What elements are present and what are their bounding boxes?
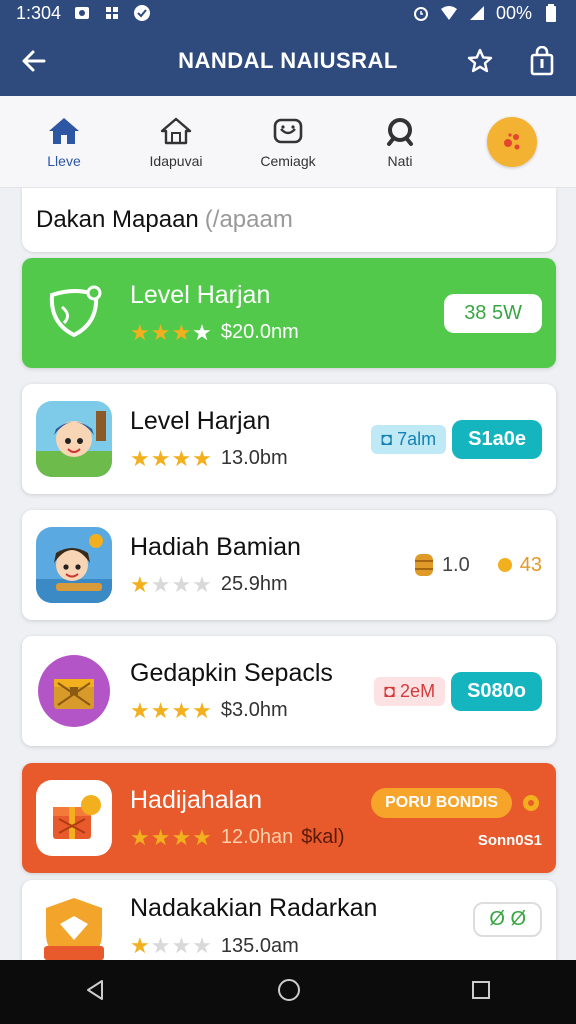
item-price: 135.0am [220, 934, 299, 957]
nav-recents-button[interactable] [470, 979, 492, 1006]
tab-idapuvai[interactable]: Idapuvai [126, 115, 226, 169]
tab-label: Idapuvai [149, 152, 203, 169]
item-action-button[interactable]: S080o [451, 671, 542, 711]
coin-icon [523, 794, 539, 811]
square-recents-icon [472, 980, 490, 999]
category-tabs: Lleve Idapuvai Cemiagk Nati [0, 96, 576, 188]
rating-stars: ★★★★ [130, 571, 213, 597]
list-item-featured[interactable]: Level Harjan ★★★★ $20.0nm 38 5W [22, 258, 556, 368]
search-value: Dakan Mapaan [36, 206, 199, 233]
triangle-back-icon [87, 979, 103, 1000]
tab-label: Nati [387, 152, 413, 169]
star-outline-icon [467, 48, 493, 73]
house-outline-icon [160, 117, 192, 144]
nav-home-button[interactable] [276, 977, 302, 1008]
gift-box-icon [36, 780, 112, 856]
battery-percent: 00% [495, 2, 532, 23]
item-title: Level Harjan [130, 280, 271, 309]
bonus-pill[interactable]: PORU BONDIS [371, 787, 512, 818]
camera-icon [273, 118, 303, 143]
alarm-icon [412, 4, 430, 22]
item-price: $3.0hm [220, 699, 288, 721]
battery-icon [542, 4, 560, 22]
item-title: Nadakakian Radarkan [130, 894, 378, 922]
tab-label: Cemiagk [260, 152, 316, 169]
profile-badge-icon [487, 116, 537, 167]
search-icon [387, 117, 413, 146]
system-nav-bar [0, 960, 576, 1024]
coin-icon [497, 558, 512, 572]
badge-shield-icon [36, 894, 112, 960]
list-item-promo[interactable]: Hadijahalan ★★★★ 12.0han $kal) PORU BOND… [22, 763, 556, 873]
signal-icon [468, 4, 486, 22]
item-price: 25.9hm [220, 573, 288, 595]
tab-cemiagk[interactable]: Cemiagk [238, 115, 338, 169]
search-field[interactable]: Dakan Mapaan (/apaam [22, 188, 556, 252]
item-action-button[interactable]: 38 5W [444, 293, 542, 333]
item-price: $20.0nm [220, 321, 299, 343]
item-title: Level Harjan [130, 406, 271, 435]
shopping-bag-button[interactable] [524, 43, 560, 79]
rating-stars: ★★★★ [130, 319, 213, 345]
item-action-button[interactable]: Ø Ø [473, 902, 542, 937]
item-title: Hadijahalan [130, 785, 263, 814]
tab-label: Lleve [47, 152, 81, 169]
rating-stars: ★★★★ [130, 697, 213, 723]
treasure-chest-icon [36, 653, 112, 729]
app-bar: NANDAL NAIUSRAL [0, 26, 576, 96]
home-icon [49, 117, 79, 144]
grid-notification-icon [103, 4, 121, 22]
list-item[interactable]: Level Harjan ★★★★ 13.0bm ◘ 7alm S1a0e [22, 384, 556, 494]
item-title: Hadiah Bamian [130, 532, 301, 561]
list-item[interactable]: Hadiah Bamian ★★★★ 25.9hm 1.0 43 [22, 510, 556, 620]
item-price: 13.0bm [220, 447, 288, 469]
status-time: 1:304 [16, 2, 62, 23]
back-button[interactable] [16, 43, 52, 79]
main-content: Dakan Mapaan (/apaam Level Harjan ★★★★ $… [0, 188, 576, 960]
item-tag: ◘ 7alm [371, 424, 447, 454]
game-avatar-icon [36, 401, 112, 477]
tab-home[interactable]: Lleve [14, 115, 114, 169]
circle-home-icon [278, 978, 300, 1001]
item-price-extra: $kal) [301, 826, 345, 848]
character-avatar-icon [36, 527, 112, 603]
list-item[interactable]: Gedapkin Sepacls ★★★★ $3.0hm ◘ 2eM S080o [22, 636, 556, 746]
rating-stars: ★★★★ [130, 933, 213, 958]
bonus-sub: Sonn0S1 [477, 831, 542, 849]
search-placeholder: (/apaam [204, 206, 293, 233]
item-price: 12.0han [220, 826, 294, 848]
tag-icon [36, 275, 112, 351]
coin-count: 1.0 [412, 552, 470, 578]
wifi-icon [440, 4, 458, 22]
gem-count: 43 [496, 554, 542, 577]
photo-notification-icon [73, 4, 91, 22]
item-action-button[interactable]: S1a0e [452, 419, 542, 459]
item-title: Gedapkin Sepacls [130, 658, 333, 687]
rating-stars: ★★★★ [130, 824, 213, 850]
arrow-left-icon [22, 50, 46, 72]
tab-nati[interactable]: Nati [350, 115, 450, 169]
item-tag: ◘ 2eM [374, 676, 446, 706]
shopping-bag-icon [530, 46, 554, 76]
status-bar: 1:304 00% [0, 0, 576, 26]
list-item[interactable]: Nadakakian Radarkan ★★★★ 135.0am Ø Ø [22, 880, 556, 960]
nav-back-button[interactable] [84, 978, 108, 1007]
rating-stars: ★★★★ [130, 445, 213, 471]
check-notification-icon [133, 4, 151, 22]
tab-profile[interactable] [462, 116, 562, 167]
favorite-button[interactable] [462, 43, 498, 79]
barrel-icon [414, 554, 433, 576]
